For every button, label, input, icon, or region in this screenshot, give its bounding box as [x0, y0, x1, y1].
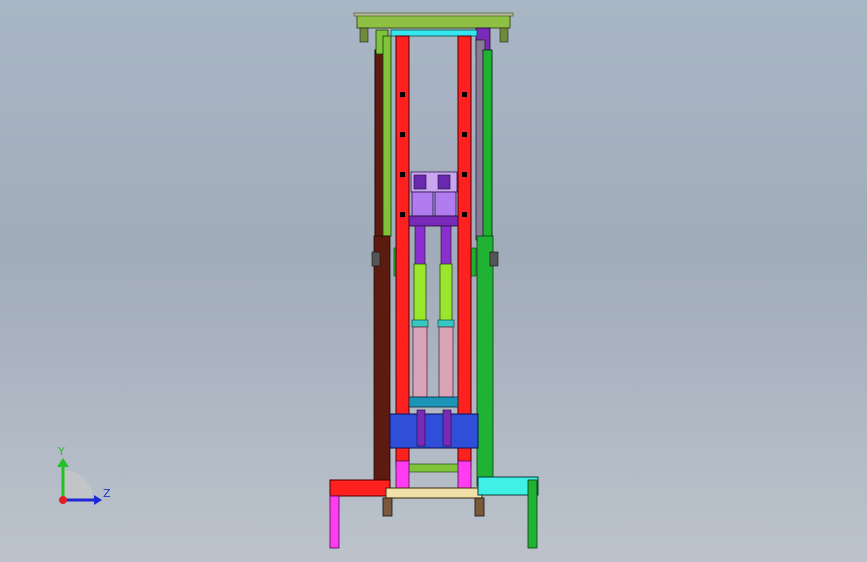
green-leg-right [527, 479, 538, 549]
lifting-frame-model[interactable] [329, 12, 539, 549]
cylinder-block-left [411, 191, 434, 217]
cylinder-lime-right [439, 263, 453, 323]
cylinder-plate [408, 215, 459, 227]
left-side-mount [373, 235, 391, 487]
top-bracket-left [359, 27, 369, 43]
green-base-strip [404, 463, 464, 473]
triad-origin [59, 496, 67, 504]
triad-y-label: Y [57, 445, 65, 458]
right-clamp [489, 251, 499, 267]
piston-rod-upper-left [414, 225, 426, 267]
red-column-right [457, 35, 472, 467]
right-side-mount [476, 235, 494, 487]
magenta-foot-left [395, 460, 410, 490]
orientation-triad[interactable]: Y Z [57, 445, 111, 505]
pink-leg-left [329, 495, 340, 549]
top-bracket-right [499, 27, 509, 43]
triad-z-label: Z [103, 487, 111, 500]
cylinder-collar-right [437, 319, 455, 328]
cylinder-block-right [434, 191, 457, 217]
beige-base-plate [385, 487, 483, 499]
cylinder-pink-right [438, 326, 454, 398]
triad-xz-quadrant [63, 470, 93, 500]
purple-mount-right [442, 409, 452, 447]
cylinder-lime-left [413, 263, 427, 323]
left-clamp [371, 251, 381, 267]
outer-left-green-column [382, 35, 392, 237]
triad-z-arrow [94, 495, 102, 505]
red-column-left [395, 35, 410, 467]
caster-right [474, 497, 485, 517]
3d-viewport[interactable]: Y Z [0, 0, 867, 562]
purple-mount-left [416, 409, 426, 447]
cylinder-pink-left [412, 326, 428, 398]
red-base-beam-left [329, 479, 391, 497]
cylinder-top-mount-right [437, 174, 451, 190]
piston-rod-upper-right [440, 225, 452, 267]
top-plate-edge [353, 12, 514, 17]
teal-base-plate [408, 396, 459, 408]
cad-model-canvas[interactable]: Y Z [0, 0, 867, 562]
caster-left [382, 497, 393, 517]
cylinder-top-mount-left [413, 174, 427, 190]
cyan-top-crossbar [390, 29, 478, 37]
triad-y-arrow [57, 458, 69, 467]
cylinder-collar-left [411, 319, 429, 328]
magenta-foot-right [457, 460, 472, 490]
blue-base-plate [389, 413, 479, 449]
